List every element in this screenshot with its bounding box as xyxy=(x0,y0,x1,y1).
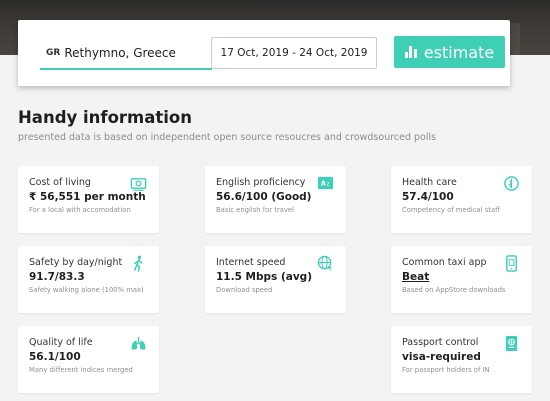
info-card-passport-control: Passport control visa-required For passp… xyxy=(391,326,532,393)
taxi-app-link[interactable]: Beat xyxy=(402,271,532,283)
country-code: GR xyxy=(46,48,61,58)
section-title: Handy information xyxy=(18,108,193,127)
globe-cursor-icon xyxy=(317,255,334,272)
lungs-icon xyxy=(130,335,147,352)
info-card-english-proficiency: English proficiency 56.6/100 (Good) Basi… xyxy=(205,166,346,233)
walking-person-icon xyxy=(130,255,147,272)
passport-icon xyxy=(503,335,520,352)
card-note: For a local with accomodation xyxy=(29,206,131,214)
location-input[interactable]: GR Rethymno, Greece xyxy=(40,38,212,70)
healthcare-icon xyxy=(503,175,520,192)
info-card-quality-of-life: Quality of life 56.1/100 Many different … xyxy=(18,326,159,393)
estimate-button[interactable]: estimate xyxy=(394,36,505,68)
card-value: 56.1/100 xyxy=(29,351,81,363)
card-value: 91.7/83.3 xyxy=(29,271,85,283)
card-value: 11.5 Mbps (avg) xyxy=(216,271,312,283)
bar-chart-icon xyxy=(404,46,417,58)
mobile-app-icon xyxy=(503,255,520,272)
svg-text:z: z xyxy=(326,181,329,187)
card-value: 56.6/100 (Good) xyxy=(216,191,312,203)
info-card-cost-of-living: Cost of living ₹ 56,551 per month For a … xyxy=(18,166,159,233)
card-value: ₹ 56,551 per month xyxy=(29,191,146,203)
date-range-input[interactable]: 17 Oct, 2019 - 24 Oct, 2019 xyxy=(211,37,377,69)
info-card-taxi-app: Common taxi app Beat Based on AppStore d… xyxy=(391,246,532,313)
section-subtitle: presented data is based on independent o… xyxy=(18,132,437,143)
card-value: 57.4/100 xyxy=(402,191,454,203)
info-card-safety: Safety by day/night 91.7/83.3 Safety wal… xyxy=(18,246,159,313)
card-note: For passport holders of IN xyxy=(402,366,490,374)
info-card-internet-speed: Internet speed 11.5 Mbps (avg) Download … xyxy=(205,246,346,313)
card-note: Many different indices merged xyxy=(29,366,133,374)
card-note: Competency of medical staff xyxy=(402,206,500,214)
card-note: Download speed xyxy=(216,286,273,294)
translate-icon: Az xyxy=(317,175,334,192)
search-panel: GR Rethymno, Greece 17 Oct, 2019 - 24 Oc… xyxy=(18,20,510,86)
money-icon xyxy=(130,175,147,192)
card-value: visa-required xyxy=(402,351,481,363)
estimate-label: estimate xyxy=(423,42,495,62)
card-note: Basic english for travel xyxy=(216,206,294,214)
location-value: Rethymno, Greece xyxy=(64,46,176,60)
info-card-health-care: Health care 57.4/100 Competency of medic… xyxy=(391,166,532,233)
date-range-value: 17 Oct, 2019 - 24 Oct, 2019 xyxy=(220,47,368,59)
card-note: Safety walking alone (100% max) xyxy=(29,286,144,294)
card-note: Based on AppStore downloads xyxy=(402,286,506,294)
